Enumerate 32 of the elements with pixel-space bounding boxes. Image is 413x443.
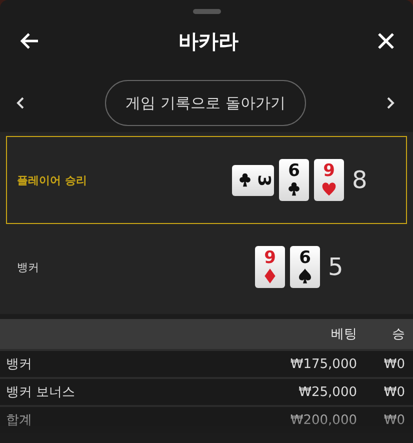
back-to-history-button[interactable]: 게임 기록으로 돌아가기 bbox=[104, 80, 306, 126]
playing-card: 9 bbox=[255, 246, 285, 288]
heart-suit-icon bbox=[321, 181, 337, 197]
spade-suit-icon bbox=[297, 268, 313, 284]
back-arrow-icon[interactable] bbox=[20, 32, 40, 50]
hand-label: 플레이어 승리 bbox=[17, 172, 88, 188]
chevron-right-icon[interactable] bbox=[386, 97, 395, 109]
window-title: 바카라 bbox=[178, 28, 238, 54]
hand-score: 8 bbox=[351, 166, 368, 194]
club-suit-icon bbox=[286, 181, 302, 197]
table-cell-text: 뱅커 보너스 bbox=[5, 384, 76, 401]
table-cell-text: ₩200,000 bbox=[289, 412, 357, 428]
table-cell-text: ₩0 bbox=[382, 412, 406, 428]
chevron-left-icon[interactable] bbox=[16, 97, 24, 109]
playing-card: 6 bbox=[279, 159, 309, 201]
column-header: 승 bbox=[391, 326, 406, 343]
close-icon[interactable] bbox=[377, 32, 395, 50]
column-header: 베팅 bbox=[330, 326, 357, 343]
playing-card: 3 bbox=[232, 164, 274, 196]
table-cell-text: 합계 bbox=[5, 412, 33, 429]
diamond-suit-icon bbox=[262, 268, 278, 284]
hand-label: 뱅커 bbox=[17, 260, 40, 274]
club-suit-icon bbox=[237, 172, 254, 188]
table-cell-text: ₩0 bbox=[382, 356, 406, 372]
table-cell-text: ₩25,000 bbox=[298, 384, 357, 400]
drag-handle[interactable] bbox=[192, 9, 220, 14]
table-cell-text: ₩0 bbox=[382, 384, 406, 400]
playing-card: 6 bbox=[290, 246, 320, 288]
playing-card: 9 bbox=[314, 159, 344, 201]
table-cell-text: 뱅커 bbox=[5, 356, 33, 373]
table-cell-text: ₩175,000 bbox=[289, 356, 357, 372]
hand-score: 5 bbox=[327, 253, 344, 281]
